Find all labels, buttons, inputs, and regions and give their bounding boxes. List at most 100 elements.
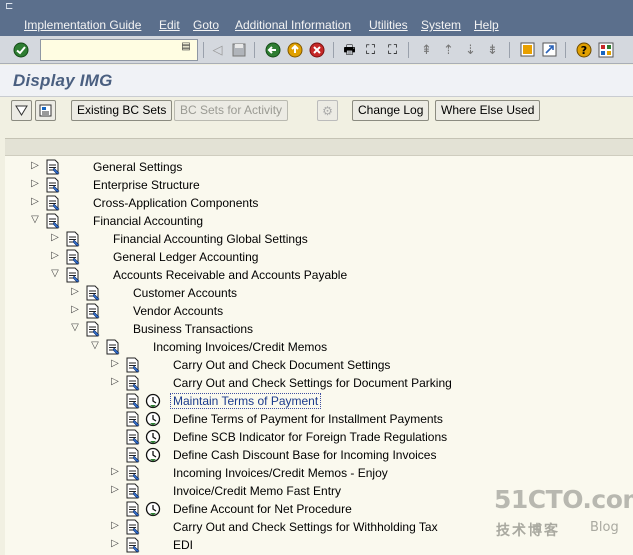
- system-menu-icon[interactable]: ⊏: [5, 2, 17, 12]
- documentation-icon[interactable]: [65, 231, 81, 247]
- enter-check-icon[interactable]: [10, 39, 31, 60]
- menu-additional-information[interactable]: Additional Information: [235, 17, 351, 33]
- menu-edit[interactable]: Edit: [159, 17, 180, 33]
- expand-node-icon[interactable]: ▷: [49, 249, 61, 263]
- tree-node[interactable]: ▷ Financial Accounting Global Settings: [5, 230, 633, 248]
- documentation-icon[interactable]: [125, 483, 141, 499]
- tree-node[interactable]: ▷ Carry Out and Check Settings for Docume…: [5, 374, 633, 392]
- collapse-node-icon[interactable]: ▽: [49, 267, 61, 281]
- tree-node[interactable]: ▽ Financial Accounting: [5, 212, 633, 230]
- documentation-icon[interactable]: [85, 303, 101, 319]
- expand-node-icon[interactable]: ▷: [109, 375, 121, 389]
- expand-node-icon[interactable]: ▷: [29, 195, 41, 209]
- tree-node-label[interactable]: Customer Accounts: [133, 286, 237, 300]
- documentation-icon[interactable]: [105, 339, 121, 355]
- tree-node-label[interactable]: Carry Out and Check Document Settings: [173, 358, 390, 372]
- previous-page-icon[interactable]: ⇡: [438, 39, 459, 60]
- menu-system[interactable]: System: [421, 17, 461, 33]
- tree-node-label[interactable]: Define Account for Net Procedure: [173, 502, 352, 516]
- menu-help[interactable]: Help: [474, 17, 499, 33]
- expand-node-icon[interactable]: ▷: [49, 231, 61, 245]
- documentation-icon[interactable]: [125, 429, 141, 445]
- documentation-icon[interactable]: [125, 519, 141, 535]
- collapse-node-icon[interactable]: ▽: [69, 321, 81, 335]
- execute-activity-icon[interactable]: [145, 429, 161, 445]
- tree-node-label[interactable]: Carry Out and Check Settings for Withhol…: [173, 520, 438, 534]
- expand-node-icon[interactable]: ▷: [29, 159, 41, 173]
- tree-node-label[interactable]: Invoice/Credit Memo Fast Entry: [173, 484, 341, 498]
- tree-node-label[interactable]: Maintain Terms of Payment: [170, 393, 322, 409]
- save-icon[interactable]: [228, 39, 249, 60]
- next-page-icon[interactable]: ⇣: [460, 39, 481, 60]
- first-page-icon[interactable]: ⇞: [416, 39, 437, 60]
- collapse-node-icon[interactable]: ▽: [89, 339, 101, 353]
- tree-node-label[interactable]: Accounts Receivable and Accounts Payable: [113, 268, 347, 282]
- documentation-icon[interactable]: [85, 285, 101, 301]
- tree-node-label[interactable]: Define SCB Indicator for Foreign Trade R…: [173, 430, 447, 444]
- help-icon[interactable]: ?: [573, 39, 594, 60]
- release-notes-icon[interactable]: [35, 100, 56, 121]
- documentation-icon[interactable]: [125, 447, 141, 463]
- expand-node-icon[interactable]: ▷: [109, 465, 121, 479]
- tree-node-label[interactable]: Financial Accounting: [93, 214, 203, 228]
- expand-node-icon[interactable]: ▷: [109, 483, 121, 497]
- last-page-icon[interactable]: ⇟: [482, 39, 503, 60]
- tree-node[interactable]: Define Cash Discount Base for Incoming I…: [5, 446, 633, 464]
- tree-node[interactable]: ▷ Vendor Accounts: [5, 302, 633, 320]
- tree-node[interactable]: ▽ Accounts Receivable and Accounts Payabl…: [5, 266, 633, 284]
- documentation-icon[interactable]: [45, 159, 61, 175]
- tree-node[interactable]: ▽ Incoming Invoices/Credit Memos: [5, 338, 633, 356]
- find-icon[interactable]: ⛶: [360, 39, 381, 60]
- expand-node-icon[interactable]: ▷: [109, 357, 121, 371]
- expand-node-icon[interactable]: ▷: [29, 177, 41, 191]
- tree-node-label[interactable]: Cross-Application Components: [93, 196, 258, 210]
- tree-node-label[interactable]: Incoming Invoices/Credit Memos: [153, 340, 327, 354]
- menu-goto[interactable]: Goto: [193, 17, 219, 33]
- command-history-icon[interactable]: ▤: [180, 41, 192, 55]
- execute-activity-icon[interactable]: [145, 411, 161, 427]
- tree-node[interactable]: ▽ Business Transactions: [5, 320, 633, 338]
- tree-node[interactable]: ▷ General Ledger Accounting: [5, 248, 633, 266]
- tree-node[interactable]: Define Terms of Payment for Installment …: [5, 410, 633, 428]
- back-icon[interactable]: [262, 39, 283, 60]
- tree-node-label[interactable]: Vendor Accounts: [133, 304, 223, 318]
- documentation-icon[interactable]: [85, 321, 101, 337]
- print-icon[interactable]: 🖶: [339, 39, 360, 60]
- prev-arrow-icon[interactable]: ◁: [207, 39, 228, 60]
- tree-node[interactable]: ▷ Carry Out and Check Document Settings: [5, 356, 633, 374]
- documentation-icon[interactable]: [125, 537, 141, 553]
- menu-utilities[interactable]: Utilities: [369, 17, 408, 33]
- documentation-icon[interactable]: [125, 357, 141, 373]
- documentation-icon[interactable]: [125, 501, 141, 517]
- tree-node[interactable]: ▷ Cross-Application Components: [5, 194, 633, 212]
- tree-node-label[interactable]: Business Transactions: [133, 322, 253, 336]
- collapse-node-icon[interactable]: ▽: [29, 213, 41, 227]
- documentation-icon[interactable]: [45, 195, 61, 211]
- tree-node[interactable]: ▷ General Settings: [5, 158, 633, 176]
- expand-node-icon[interactable]: ▷: [109, 519, 121, 533]
- documentation-icon[interactable]: [65, 267, 81, 283]
- tree-node-label[interactable]: Define Terms of Payment for Installment …: [173, 412, 443, 426]
- menu-implementation-guide[interactable]: Implementation Guide: [24, 17, 141, 33]
- tree-node-label[interactable]: Financial Accounting Global Settings: [113, 232, 308, 246]
- where-else-used-button[interactable]: Where Else Used: [435, 100, 541, 121]
- tree-node-label[interactable]: Define Cash Discount Base for Incoming I…: [173, 448, 436, 462]
- documentation-icon[interactable]: [125, 375, 141, 391]
- documentation-icon[interactable]: [125, 465, 141, 481]
- expand-node-icon[interactable]: ▷: [69, 303, 81, 317]
- tree-node[interactable]: ▷ Enterprise Structure: [5, 176, 633, 194]
- expand-node-icon[interactable]: ▷: [109, 537, 121, 551]
- expand-subtree-icon[interactable]: [11, 100, 32, 121]
- bc-sets-icon[interactable]: ⚙: [317, 100, 338, 121]
- tree-node-label[interactable]: General Ledger Accounting: [113, 250, 258, 264]
- command-field[interactable]: [40, 39, 198, 61]
- tree-node[interactable]: Define SCB Indicator for Foreign Trade R…: [5, 428, 633, 446]
- execute-activity-icon[interactable]: [145, 447, 161, 463]
- tree-node-label[interactable]: Incoming Invoices/Credit Memos - Enjoy: [173, 466, 388, 480]
- documentation-icon[interactable]: [125, 393, 141, 409]
- tree-node-label[interactable]: Carry Out and Check Settings for Documen…: [173, 376, 452, 390]
- tree-node[interactable]: ▷ Customer Accounts: [5, 284, 633, 302]
- find-next-icon[interactable]: ⛶: [382, 39, 403, 60]
- bc-sets-for-activity-button[interactable]: BC Sets for Activity: [174, 100, 289, 121]
- tree-node-label[interactable]: Enterprise Structure: [93, 178, 200, 192]
